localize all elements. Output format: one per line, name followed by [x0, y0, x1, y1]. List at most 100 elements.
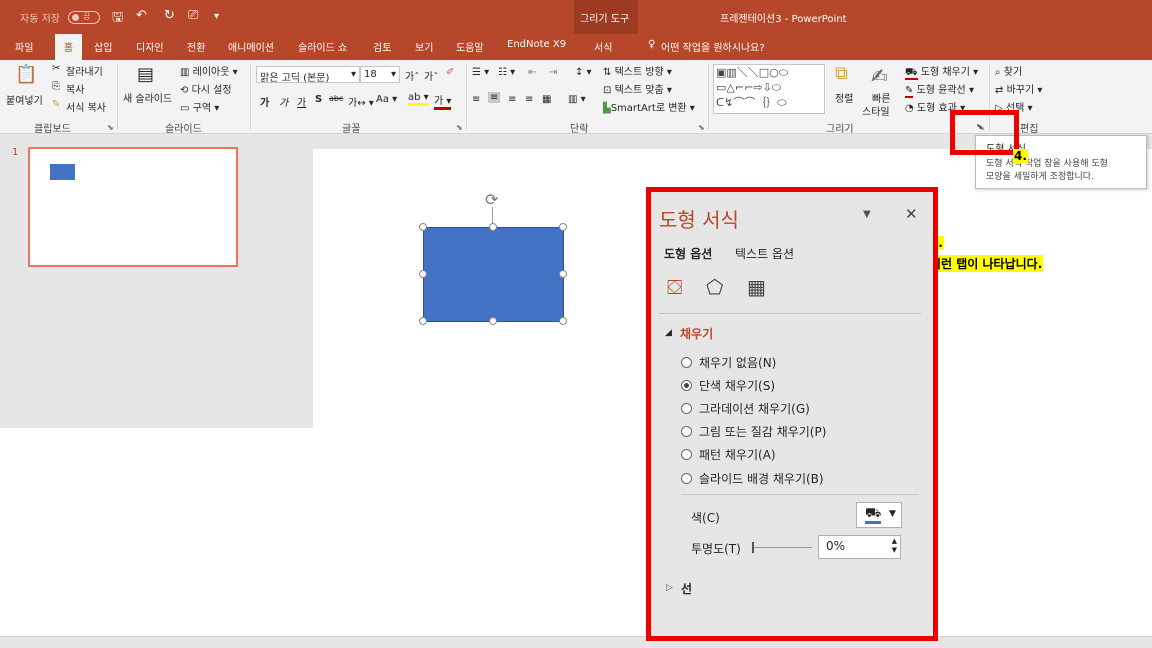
resize-handle[interactable] [559, 317, 567, 325]
distributed-icon[interactable]: ▦ [542, 94, 551, 105]
radio-pattern-fill[interactable] [681, 449, 692, 460]
size-properties-icon[interactable]: ▦ [747, 275, 766, 299]
resize-handle[interactable] [489, 223, 497, 231]
arrange-icon[interactable]: ⧉ [835, 63, 848, 84]
underline-icon[interactable]: 가 [297, 94, 306, 109]
resize-handle[interactable] [559, 223, 567, 231]
tab-shape-options[interactable]: 도형 옵션 [664, 245, 712, 262]
tell-me-search[interactable]: 어떤 작업을 원하시나요? [661, 39, 765, 54]
clear-formatting-icon[interactable]: ✐ [446, 67, 454, 78]
fill-line-icon[interactable]: ⛋ [667, 275, 682, 299]
collapse-triangle-icon[interactable]: ◢ [665, 328, 672, 338]
presentation-icon[interactable]: ⎚ [188, 8, 198, 23]
grow-font-icon[interactable]: 가ˆ [405, 68, 419, 83]
strikethrough-icon[interactable]: abc [329, 94, 343, 103]
font-name-combo[interactable]: 맑은 고딕 (본문) ▾ [256, 66, 360, 84]
tab-transitions[interactable]: 전환 [187, 39, 205, 54]
resize-handle[interactable] [419, 270, 427, 278]
paste-button[interactable]: 붙여넣기 [6, 92, 43, 107]
font-launcher-icon[interactable]: ⬊ [456, 123, 463, 132]
numbering-icon[interactable]: ☷ ▾ [498, 67, 515, 78]
bullets-icon[interactable]: ☰ ▾ [472, 67, 489, 78]
customize-qat-icon[interactable]: ▾ [214, 11, 219, 22]
radio-background-fill[interactable] [681, 473, 692, 484]
selected-rectangle-shape[interactable] [423, 227, 564, 322]
char-spacing-icon[interactable]: 가↔ ▾ [348, 94, 374, 109]
pane-options-chevron-icon[interactable]: ▼ [863, 209, 871, 220]
resize-handle[interactable] [419, 317, 427, 325]
resize-handle[interactable] [559, 270, 567, 278]
tab-text-options[interactable]: 텍스트 옵션 [735, 245, 794, 262]
tab-design[interactable]: 디자인 [136, 39, 164, 54]
font-color-icon[interactable]: 가 ▾ [434, 92, 452, 110]
change-case-icon[interactable]: Aa ▾ [376, 94, 397, 105]
arrange-button[interactable]: 정렬 [835, 90, 853, 105]
bold-icon[interactable]: 가 [260, 94, 269, 109]
format-painter-button[interactable]: 서식 복사 [66, 99, 106, 114]
layout-button[interactable]: ▥ 레이아웃 ▾ [180, 63, 238, 78]
shape-outline-button[interactable]: ✎ 도형 윤곽선 ▾ [905, 81, 974, 98]
tab-endnote[interactable]: EndNote X9 [507, 39, 566, 50]
justify-icon[interactable]: ≡ [525, 94, 533, 105]
radio-solid-fill[interactable] [681, 380, 692, 391]
new-slide-icon[interactable]: ▤ [137, 64, 154, 85]
tab-animations[interactable]: 애니메이션 [228, 39, 274, 54]
paste-icon[interactable]: 📋 [15, 64, 37, 85]
smartart-button[interactable]: ▙SmartArt로 변환 ▾ [603, 99, 695, 114]
reset-button[interactable]: ⟲ 다시 설정 [180, 81, 232, 96]
copy-button[interactable]: 복사 [66, 81, 84, 96]
close-icon[interactable]: ✕ [905, 205, 918, 223]
shadow-icon[interactable]: S [315, 94, 322, 105]
align-center-icon[interactable]: ≡ [488, 92, 501, 103]
tab-help[interactable]: 도움말 [456, 39, 484, 54]
paragraph-launcher-icon[interactable]: ⬊ [698, 123, 705, 132]
new-slide-button[interactable]: 새 슬라이드 [123, 90, 172, 105]
align-text-button[interactable]: ⊡ 텍스트 맞춤 ▾ [603, 81, 672, 96]
shrink-font-icon[interactable]: 가ˇ [424, 68, 438, 83]
font-size-combo[interactable]: 18 ▾ [360, 66, 400, 83]
align-left-icon[interactable]: ≡ [472, 94, 480, 105]
find-button[interactable]: ⌕ 찾기 [995, 63, 1022, 78]
clipboard-launcher-icon[interactable]: ⬊ [107, 123, 114, 132]
quick-styles-label-2[interactable]: 스타일 [862, 103, 890, 118]
undo-icon[interactable]: ↶ [136, 8, 147, 23]
autosave-toggle[interactable]: 끔 [68, 11, 100, 24]
tab-format[interactable]: 서식 [594, 39, 612, 54]
italic-icon[interactable]: 가 [279, 94, 288, 109]
increase-indent-icon[interactable]: ⇥ [549, 67, 557, 78]
radio-gradient-fill[interactable] [681, 403, 692, 414]
tab-review[interactable]: 검토 [373, 39, 391, 54]
tab-insert[interactable]: 삽입 [94, 39, 112, 54]
expand-triangle-icon[interactable]: ▷ [666, 583, 673, 593]
align-right-icon[interactable]: ≡ [508, 94, 516, 105]
replace-button[interactable]: ⇄ 바꾸기 ▾ [995, 81, 1042, 96]
transparency-input[interactable]: 0% ▲ ▼ [818, 535, 901, 559]
redo-icon[interactable]: ↻ [164, 8, 175, 23]
text-direction-button[interactable]: ⇅ 텍스트 방향 ▾ [603, 63, 672, 78]
dialog-launcher-icon[interactable]: ⬊ [976, 122, 983, 131]
section-button[interactable]: ▭ 구역 ▾ [180, 99, 219, 114]
color-picker-button[interactable]: ⛟ ▼ [856, 502, 902, 528]
radio-picture-fill[interactable] [681, 426, 692, 437]
columns-icon[interactable]: ▥ ▾ [568, 94, 586, 105]
line-spacing-icon[interactable]: ↕ ▾ [575, 67, 592, 78]
spinner-icon[interactable]: ▲ ▼ [892, 537, 897, 555]
tab-home[interactable]: 홈 [55, 34, 82, 60]
save-icon[interactable]: 🖫 [112, 8, 123, 30]
resize-handle[interactable] [419, 223, 427, 231]
shapes-gallery[interactable]: ▣▥＼＼□○⬭ ▭△⌐⌐⇨⇩⬭ ᑕ↯⌒⌒｛｝⬭ [713, 64, 825, 114]
transparency-slider[interactable] [754, 547, 812, 548]
fill-section-header[interactable]: 채우기 [680, 325, 713, 342]
quick-styles-icon[interactable]: ✍ [871, 64, 888, 88]
tab-file[interactable]: 파일 [15, 39, 33, 54]
resize-handle[interactable] [489, 317, 497, 325]
decrease-indent-icon[interactable]: ⇤ [528, 67, 536, 78]
line-section-header[interactable]: 선 [681, 580, 692, 597]
highlight-icon[interactable]: ab ▾ [408, 92, 429, 106]
radio-no-fill[interactable] [681, 357, 692, 368]
effects-pentagon-icon[interactable]: ⬠ [706, 275, 723, 299]
tab-view[interactable]: 보기 [415, 39, 433, 54]
tab-slideshow[interactable]: 슬라이드 쇼 [298, 39, 347, 54]
shape-fill-button[interactable]: ⛟ 도형 채우기 ▾ [905, 63, 978, 80]
cut-button[interactable]: 잘라내기 [66, 63, 103, 78]
